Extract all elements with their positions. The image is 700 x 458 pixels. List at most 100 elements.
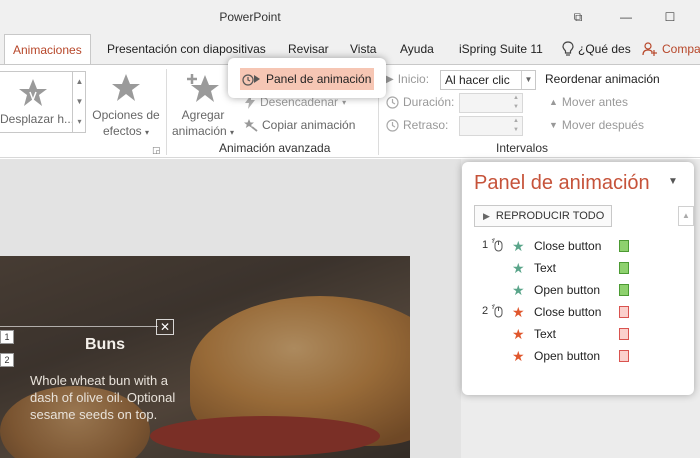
star-icon	[112, 74, 140, 101]
effect-star-icon: ★	[512, 260, 525, 276]
spin-arrows-icon[interactable]: ▲ ▼	[510, 94, 522, 112]
tell-me-label: ¿Qué des	[578, 42, 631, 56]
start-value: Al hacer clic	[445, 73, 510, 87]
gallery-item-desplazar[interactable]: Desplazar h...	[0, 72, 72, 132]
move-earlier-button[interactable]: ▲ Mover antes	[549, 95, 628, 109]
animation-item[interactable]: ★ Text	[462, 257, 694, 279]
effect-options-button[interactable]: Opciones de efectos ▾	[90, 73, 162, 141]
animation-pane-label: Panel de animación	[266, 72, 372, 86]
animation-item[interactable]: 1 ★ Close button	[462, 235, 694, 257]
reorder-title: Reordenar animación	[545, 72, 660, 86]
duration-label: Duración:	[403, 95, 455, 109]
restore-icon[interactable]: ⧉	[564, 6, 592, 28]
timeline-bar[interactable]	[619, 306, 629, 318]
animation-item[interactable]: 2 ★ Close button	[462, 301, 694, 323]
timeline-bar[interactable]	[619, 262, 629, 274]
gallery-scrollbar[interactable]: ▲ ▼ ▾	[72, 72, 86, 132]
sequence-number: 2	[482, 305, 489, 317]
animation-item-label: Open button	[534, 283, 601, 297]
triangle-down-icon: ▼	[549, 120, 558, 130]
gallery-up-icon[interactable]: ▲	[73, 72, 86, 92]
animation-item[interactable]: ★ Text	[462, 323, 694, 345]
play-all-button[interactable]: ▶ REPRODUCIR TODO	[474, 205, 612, 227]
tab-animaciones[interactable]: Animaciones	[4, 34, 91, 65]
delay-spinner[interactable]: ▲ ▼	[459, 116, 523, 136]
chevron-down-icon[interactable]: ▼	[521, 71, 535, 89]
animation-pane-button[interactable]: Panel de animación	[240, 68, 374, 90]
clock-icon	[386, 95, 399, 109]
dropdown-caret-icon: ▾	[342, 97, 347, 107]
copy-animation-button[interactable]: Copiar animación	[244, 118, 355, 132]
mouse-click-icon	[491, 238, 503, 252]
add-animation-label-2: animación	[171, 124, 227, 138]
animation-pane-title: Panel de animación	[474, 172, 650, 194]
animation-tag-2[interactable]: 2	[0, 353, 14, 367]
delay-label-row: Retraso:	[386, 118, 448, 132]
effect-star-icon: ★	[512, 238, 525, 254]
gallery-more-icon[interactable]: ▾	[73, 112, 86, 132]
timeline-bar[interactable]	[619, 240, 629, 252]
timeline-bar[interactable]	[619, 284, 629, 296]
callout-line	[0, 326, 158, 327]
duration-spinner[interactable]: ▲ ▼	[459, 93, 523, 113]
start-label: Inicio:	[397, 72, 430, 86]
close-icon[interactable]: ✕	[156, 319, 174, 335]
sequence-number: 1	[482, 239, 489, 251]
animation-item[interactable]: ★ Open button	[462, 345, 694, 367]
copy-animation-label: Copiar animación	[262, 118, 356, 132]
effect-star-icon: ★	[512, 348, 525, 364]
tell-me-search[interactable]: ¿Qué des	[562, 34, 631, 64]
animation-pane: Panel de animación ▼ ▶ REPRODUCIR TODO ▲…	[462, 162, 694, 395]
add-person-icon	[642, 42, 657, 56]
effect-star-icon: ★	[512, 282, 525, 298]
animation-item[interactable]: ★ Open button	[462, 279, 694, 301]
play-all-label: REPRODUCIR TODO	[495, 210, 605, 222]
move-later-button[interactable]: ▼ Mover después	[549, 118, 644, 132]
share-label: Compa	[662, 42, 700, 56]
share-button[interactable]: Compa	[642, 34, 700, 64]
effect-options-label-2: efectos	[102, 124, 142, 138]
delay-label: Retraso:	[403, 118, 449, 132]
tab-ispring[interactable]: iSpring Suite 11	[459, 34, 543, 64]
maximize-icon[interactable]: ☐	[656, 6, 684, 28]
slide-canvas[interactable]: ✕ 1 2 Buns Whole wheat bun with a dash o…	[0, 256, 410, 458]
gallery-item-label: Desplazar h...	[0, 112, 72, 126]
slide-description: Whole wheat bun with a dash of olive oil…	[30, 373, 176, 422]
play-triangle-icon: ▶	[386, 73, 394, 85]
slide-overlay	[0, 256, 410, 458]
slide-heading: Buns	[85, 336, 125, 353]
clock-icon	[386, 118, 399, 132]
animation-item-label: Close button	[534, 305, 602, 319]
tab-ayuda[interactable]: Ayuda	[400, 34, 434, 64]
move-later-label: Mover después	[561, 118, 644, 132]
group-separator	[166, 69, 167, 155]
animation-pane-icon	[242, 74, 260, 86]
spin-arrows-icon[interactable]: ▲ ▼	[510, 117, 522, 135]
animation-tag-1[interactable]: 1	[0, 330, 14, 344]
timeline-bar[interactable]	[619, 350, 629, 362]
dropdown-caret-icon: ▾	[230, 128, 235, 137]
slide-workspace: ✕ 1 2 Buns Whole wheat bun with a dash o…	[0, 159, 461, 458]
minimize-icon[interactable]: —	[612, 6, 640, 28]
add-star-icon	[187, 74, 219, 102]
dialog-launcher-icon[interactable]: ◲	[152, 145, 161, 156]
effect-options-label: Opciones de	[92, 108, 160, 122]
effect-star-icon: ★	[512, 304, 525, 320]
mouse-click-icon	[491, 304, 503, 318]
animation-item-label: Close button	[534, 239, 602, 253]
animation-item-label: Text	[534, 261, 557, 275]
pane-options-icon[interactable]: ▼	[668, 176, 678, 187]
dropdown-caret-icon: ▾	[145, 128, 150, 137]
add-animation-button[interactable]: Agregar animación ▾	[170, 73, 236, 141]
triangle-up-icon: ▲	[549, 97, 558, 107]
animation-gallery: Desplazar h... ▲ ▼ ▾	[0, 71, 86, 133]
animation-painter-icon	[244, 119, 258, 132]
start-select[interactable]: Al hacer clic ▼	[440, 70, 536, 90]
scroll-up-icon[interactable]: ▲	[678, 206, 694, 226]
group-timing-label: Intervalos	[496, 141, 549, 155]
animation-item-label: Open button	[534, 349, 601, 363]
move-earlier-label: Mover antes	[561, 95, 628, 109]
gallery-down-icon[interactable]: ▼	[73, 92, 86, 112]
timeline-bar[interactable]	[619, 328, 629, 340]
duration-label-row: Duración:	[386, 95, 454, 109]
